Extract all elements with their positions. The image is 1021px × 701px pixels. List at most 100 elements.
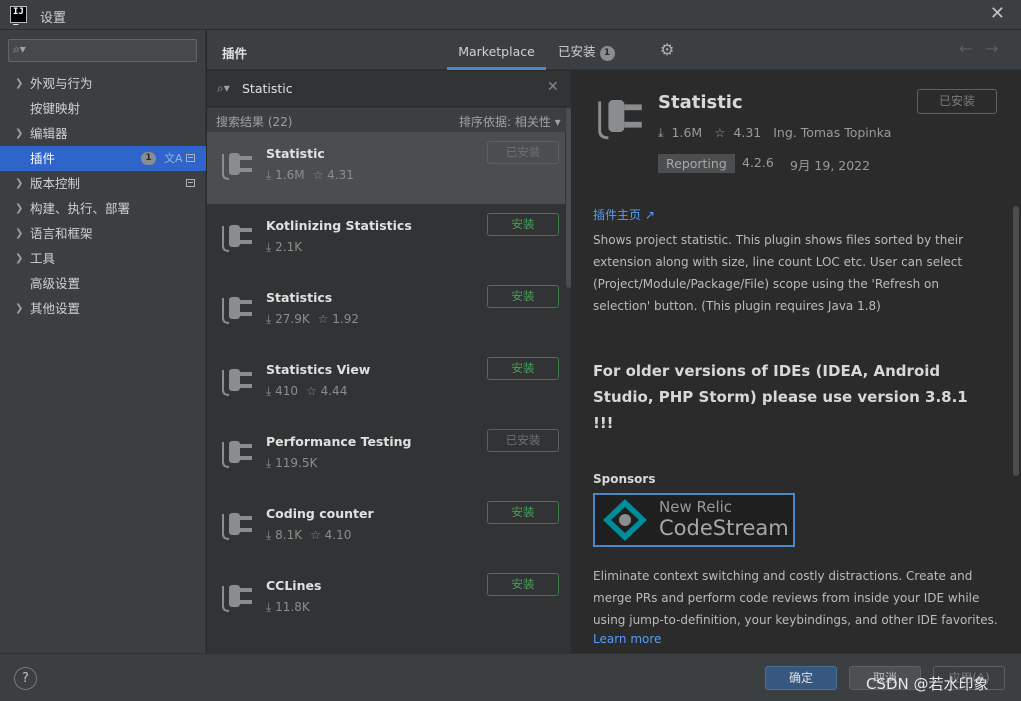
plugin-rating: 1.92 <box>332 312 360 326</box>
close-icon[interactable]: ✕ <box>990 3 1005 24</box>
homepage-link[interactable]: 插件主页 ↗ <box>593 206 655 223</box>
back-arrow-icon[interactable]: ← <box>959 39 972 58</box>
download-icon: ⤓ <box>266 600 276 614</box>
installed-button[interactable]: 已安装 <box>487 141 559 164</box>
clear-icon[interactable]: ✕ <box>547 79 559 95</box>
plugin-icon <box>598 100 642 140</box>
plugin-name: Statistic <box>266 146 325 161</box>
plugin-meta: ⤓ 8.1K ☆ 4.10 <box>266 528 351 543</box>
star-icon: ☆ <box>306 384 321 398</box>
installed-update-badge: 1 <box>599 46 615 61</box>
watermark: CSDN @若水印象 <box>866 675 989 693</box>
page-title: 插件 <box>222 46 248 61</box>
plugin-row[interactable]: Statistics ⤓ 27.9K ☆ 1.92 安装 <box>207 276 565 348</box>
sidebar-item-keymap[interactable]: 按键映射 <box>0 96 206 121</box>
sidebar-item-label: 语言和框架 <box>30 226 93 241</box>
forward-arrow-icon[interactable]: → <box>985 39 998 58</box>
download-icon: ⤓ <box>266 168 276 182</box>
settings-search-input[interactable]: ⌕▾ <box>8 39 197 62</box>
ok-button[interactable]: 确定 <box>765 666 837 690</box>
detail-scrollbar[interactable] <box>1013 206 1019 476</box>
help-button[interactable]: ? <box>14 667 37 690</box>
plugin-downloads: 1.6M <box>275 168 305 182</box>
sponsors-heading: Sponsors <box>593 472 656 486</box>
sort-dropdown[interactable]: 排序依据: 相关性 ▾ <box>459 113 561 130</box>
plugin-downloads: 2.1K <box>275 240 303 254</box>
downloads: 1.6M <box>671 125 703 140</box>
plugin-row[interactable]: CCLines ⤓ 11.8K 安装 <box>207 564 565 636</box>
learn-more-link[interactable]: Learn more <box>593 632 661 646</box>
star-icon: ☆ <box>310 528 325 542</box>
plugin-downloads: 27.9K <box>275 312 310 326</box>
plugin-rating: 4.44 <box>320 384 348 398</box>
gear-icon[interactable]: ⚙ <box>660 40 674 59</box>
plugin-name: Statistics <box>266 290 333 305</box>
sidebar-item-tools[interactable]: ❯ 工具 <box>0 246 206 271</box>
plugin-search-input[interactable]: ⌕▾ Statistic ✕ <box>207 71 571 107</box>
install-button[interactable]: 安装 <box>487 501 559 524</box>
plugin-name: Statistics View <box>266 362 371 377</box>
plugin-title: Statistic <box>658 92 743 113</box>
chevron-right-icon: ❯ <box>15 203 24 214</box>
plugin-row[interactable]: Performance Testing ⤓ 119.5K 已安装 <box>207 420 565 492</box>
project-scope-icon <box>186 179 195 187</box>
category-tag[interactable]: Reporting <box>658 154 735 173</box>
star-icon: ☆ <box>312 168 328 182</box>
plugin-downloads: 119.5K <box>275 456 318 470</box>
sidebar-item-languages[interactable]: ❯ 语言和框架 <box>0 221 206 246</box>
plugin-name: Kotlinizing Statistics <box>266 218 412 233</box>
sidebar-item-label: 构建、执行、部署 <box>30 201 131 216</box>
chevron-right-icon: ❯ <box>15 128 24 139</box>
tab-installed[interactable]: 已安装 1 <box>558 30 620 70</box>
title-bar: IJ _ 设置 ✕ <box>0 0 1021 30</box>
search-value: Statistic <box>242 81 293 96</box>
plugin-meta: ⤓ 2.1K <box>266 240 302 255</box>
plugin-list-pane: ⌕▾ Statistic ✕ 搜索结果 (22) 排序依据: 相关性 ▾ Sta… <box>207 71 572 653</box>
download-icon: ⤓ <box>266 384 276 398</box>
tab-label: 已安装 <box>558 44 596 59</box>
sidebar-item-label: 高级设置 <box>30 276 81 291</box>
plugin-row[interactable]: Coding counter ⤓ 8.1K ☆ 4.10 安装 <box>207 492 565 564</box>
plugin-meta: ⤓ 1.6M ☆ 4.31 <box>266 168 354 183</box>
codestream-sponsor-logo[interactable]: New Relic CodeStream <box>593 493 795 547</box>
plugin-detail-pane: Statistic 已安装 ⤓ 1.6M ☆ 4.31 Ing. Tomas Top… <box>573 71 1021 653</box>
download-icon: ⤓ <box>266 528 276 542</box>
settings-nav: ❯ 外观与行为 按键映射 ❯ 编辑器 插件 1 文A ❯ 版本控制 ❯ 构建、执行、部署… <box>0 71 206 321</box>
external-link-icon: ↗ <box>644 208 655 222</box>
install-button[interactable]: 安装 <box>487 213 559 236</box>
search-icon: ⌕▾ <box>217 81 230 95</box>
plugin-icon <box>217 504 257 544</box>
sidebar-item-other[interactable]: ❯ 其他设置 <box>0 296 206 321</box>
plugin-rating: 4.31 <box>327 168 354 182</box>
sidebar-item-version-control[interactable]: ❯ 版本控制 <box>0 171 206 196</box>
install-button[interactable]: 安装 <box>487 357 559 380</box>
results-count: 搜索结果 (22) <box>216 115 293 129</box>
plugin-row[interactable]: Statistics View ⤓ 410 ☆ 4.44 安装 <box>207 348 565 420</box>
sidebar-item-editor[interactable]: ❯ 编辑器 <box>0 121 206 146</box>
sidebar-item-appearance[interactable]: ❯ 外观与行为 <box>0 71 206 96</box>
install-button[interactable]: 安装 <box>487 285 559 308</box>
chevron-right-icon: ❯ <box>15 178 24 189</box>
sponsor-description: Eliminate context switching and costly d… <box>593 569 998 627</box>
sort-label: 排序依据: 相关性 <box>459 115 551 129</box>
chevron-right-icon: ❯ <box>15 253 24 264</box>
installed-button[interactable]: 已安装 <box>487 429 559 452</box>
download-icon: ⤓ <box>266 312 276 326</box>
list-scrollbar[interactable] <box>566 108 571 288</box>
search-icon: ⌕▾ <box>13 42 26 56</box>
intellij-logo-icon: IJ _ <box>10 6 27 26</box>
plugin-row[interactable]: Statistic ⤓ 1.6M ☆ 4.31 已安装 <box>207 132 565 204</box>
install-button[interactable]: 安装 <box>487 573 559 596</box>
update-count-badge: 1 <box>141 152 156 165</box>
plugin-row[interactable]: Kotlinizing Statistics ⤓ 2.1K 安装 <box>207 204 565 276</box>
dialog-footer: ? 确定 取消 应用(A) CSDN @若水印象 <box>0 653 1021 701</box>
sidebar-item-advanced[interactable]: 高级设置 <box>0 271 206 296</box>
sidebar-item-plugins[interactable]: 插件 1 文A <box>0 146 206 171</box>
tab-marketplace[interactable]: Marketplace <box>447 30 546 70</box>
codestream-logo-icon <box>603 499 647 541</box>
plugin-icon <box>217 432 257 472</box>
installed-button[interactable]: 已安装 <box>917 89 997 114</box>
plugin-version: 4.2.6 <box>742 155 774 170</box>
sidebar-item-build[interactable]: ❯ 构建、执行、部署 <box>0 196 206 221</box>
plugin-name: Performance Testing <box>266 434 412 449</box>
